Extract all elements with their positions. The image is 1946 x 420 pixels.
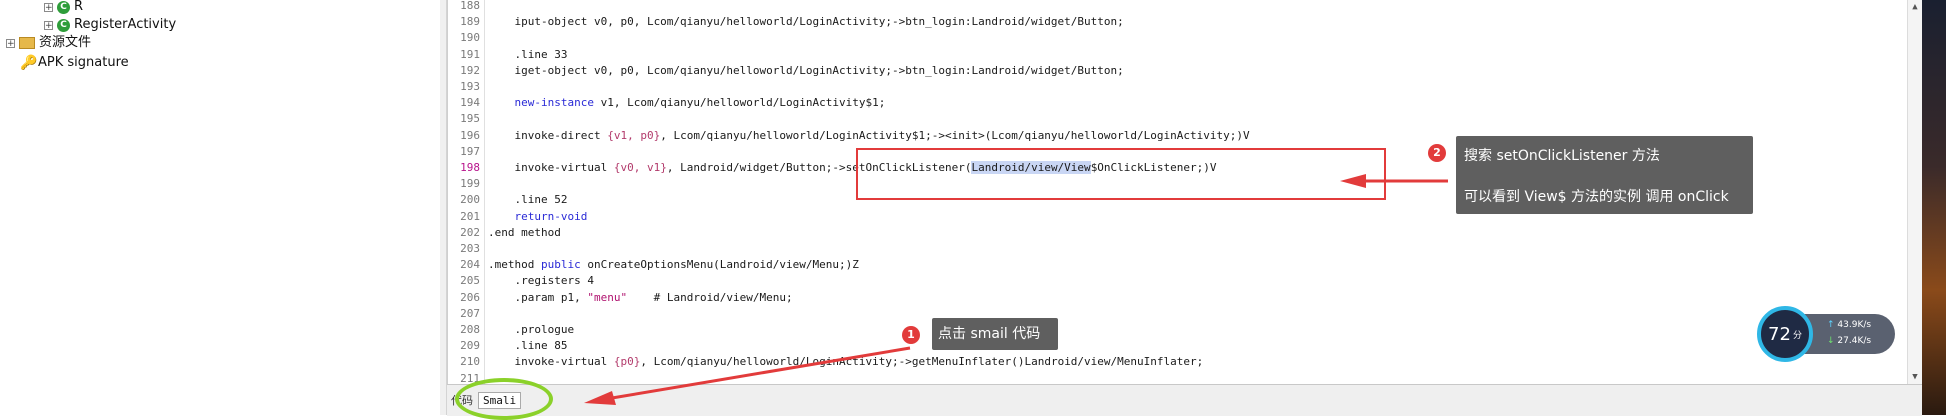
highlight-box: [856, 148, 1386, 200]
line-number: 204: [460, 258, 480, 272]
code-text: .param p1, "menu" # Landroid/view/Menu;: [488, 290, 793, 304]
code-line[interactable]: 209 .line 85: [448, 338, 1908, 354]
scroll-up-icon[interactable]: ▲: [1908, 0, 1922, 14]
download-speed: ↓ 27.4K/s: [1827, 336, 1871, 346]
callout-badge-2: 2: [1428, 144, 1446, 162]
scroll-down-icon[interactable]: ▼: [1908, 370, 1922, 384]
code-token-args: {v0, v1}: [613, 161, 667, 174]
code-line[interactable]: 207: [448, 306, 1908, 322]
score-ring: 72 分: [1757, 306, 1813, 362]
code-text: .registers 4: [488, 274, 594, 288]
callout-1: 点击 smail 代码: [932, 318, 1058, 350]
line-number: 190: [460, 31, 480, 45]
code-line[interactable]: 211: [448, 371, 1908, 384]
splitter[interactable]: [440, 0, 447, 415]
code-text: return-void: [514, 209, 588, 223]
download-speed-value: 27.4K/s: [1837, 336, 1872, 346]
class-icon: C: [57, 0, 70, 14]
callout-2: 搜索 setOnClickListener 方法 可以看到 View$ 方法的实…: [1456, 136, 1753, 214]
line-number: 197: [460, 144, 480, 158]
code-text: invoke-virtual {p0}, Lcom/qianyu/hellowo…: [488, 355, 1204, 369]
line-number: 191: [460, 47, 480, 61]
code-line[interactable]: 190: [448, 30, 1908, 46]
tree-item-label: APK signature: [38, 55, 129, 70]
line-number: 202: [460, 225, 480, 239]
tree-item-r[interactable]: + C R: [44, 0, 83, 16]
vertical-scrollbar[interactable]: ▲ ▼: [1907, 0, 1922, 384]
code-line[interactable]: 189 iput-object v0, p0, Lcom/qianyu/hell…: [448, 14, 1908, 30]
bottom-tab-bar: [447, 384, 1922, 416]
line-number: 203: [460, 242, 480, 255]
score-value: 72: [1768, 323, 1791, 345]
code-text: .method public onCreateOptionsMenu(Landr…: [488, 258, 859, 272]
network-speed-widget[interactable]: 72 分 ↑ 43.9K/s ↓ 27.4K/s: [1757, 306, 1897, 362]
expand-icon[interactable]: +: [44, 2, 53, 12]
line-number: 196: [460, 128, 480, 142]
line-number: 208: [460, 323, 480, 336]
callout-2-title: 搜索 setOnClickListener 方法: [1464, 148, 1660, 164]
tree-item-label: 资源文件: [39, 35, 92, 50]
upload-speed: ↑ 43.9K/s: [1827, 320, 1871, 330]
expand-icon[interactable]: +: [44, 20, 53, 30]
line-number: 209: [460, 339, 480, 353]
code-line[interactable]: 203: [448, 241, 1908, 257]
code-text: .line 52: [488, 193, 568, 207]
line-number: 206: [460, 290, 480, 304]
code-line[interactable]: 210 invoke-virtual {p0}, Lcom/qianyu/hel…: [448, 354, 1908, 370]
code-line[interactable]: 188: [448, 0, 1908, 14]
code-text: iget-object v0, p0, Lcom/qianyu/hellowor…: [488, 63, 1124, 77]
tree-item-label: RegisterActivity: [74, 17, 177, 32]
code-text: new-instance v1, Lcom/qianyu/helloworld/…: [514, 96, 886, 110]
code-text: invoke-direct {v1, p0}, Lcom/qianyu/hell…: [488, 128, 1250, 142]
tree-item-apk-signature[interactable]: 🔑 APK signature: [20, 54, 129, 72]
expand-icon[interactable]: +: [6, 38, 15, 48]
code-line[interactable]: 192 iget-object v0, p0, Lcom/qianyu/hell…: [448, 63, 1908, 79]
code-text: .line 33: [488, 47, 568, 61]
line-number: 193: [460, 80, 480, 93]
upload-arrow-icon: ↑: [1827, 320, 1835, 330]
code-text: .prologue: [488, 323, 575, 336]
smali-tab-highlight-ring: [455, 378, 553, 420]
tree-item-resources[interactable]: + 资源文件: [6, 34, 91, 52]
line-number: 188: [460, 0, 480, 12]
line-number: 201: [460, 209, 480, 223]
code-line[interactable]: 193: [448, 79, 1908, 95]
code-line[interactable]: 191 .line 33: [448, 47, 1908, 63]
code-line[interactable]: 195: [448, 111, 1908, 127]
code-token-prefix: invoke-virtual: [488, 161, 614, 174]
callout-2-body: 可以看到 View$ 方法的实例 调用 onClick: [1464, 189, 1729, 205]
line-number: 199: [460, 177, 480, 191]
project-tree: + C R + C RegisterActivity + 资源文件 🔑 APK …: [0, 0, 441, 415]
code-text: iput-object v0, p0, Lcom/qianyu/hellowor…: [488, 15, 1124, 29]
callout-badge-1: 1: [902, 326, 920, 344]
tree-item-label: R: [74, 0, 84, 14]
line-number: 205: [460, 274, 480, 288]
key-icon: 🔑: [20, 55, 38, 71]
code-line[interactable]: 204 .method public onCreateOptionsMenu(La…: [448, 257, 1908, 273]
code-line[interactable]: 206 .param p1, "menu" # Landroid/view/Me…: [448, 290, 1908, 306]
code-line[interactable]: 202 .end method: [448, 225, 1908, 241]
code-line[interactable]: 208 .prologue: [448, 322, 1908, 338]
desktop-background: [1922, 0, 1946, 415]
line-number: 192: [460, 63, 480, 77]
download-arrow-icon: ↓: [1827, 336, 1835, 346]
tree-item-registeractivity[interactable]: + C RegisterActivity: [44, 16, 176, 34]
code-text: .line 85: [488, 339, 568, 353]
line-number: 207: [460, 306, 480, 320]
code-line[interactable]: 194 new-instance v1, Lcom/qianyu/hellowo…: [448, 95, 1908, 111]
line-number: 195: [460, 112, 480, 126]
class-icon: C: [57, 18, 70, 32]
score-unit: 分: [1792, 330, 1802, 341]
line-number: 198: [460, 161, 480, 174]
code-line[interactable]: 205 .registers 4: [448, 273, 1908, 289]
code-text: .end method: [488, 225, 561, 239]
line-number: 189: [460, 15, 480, 29]
line-number: 210: [460, 355, 480, 369]
line-number: 194: [460, 96, 480, 110]
line-number: 200: [460, 193, 480, 207]
folder-icon: [19, 37, 35, 49]
upload-speed-value: 43.9K/s: [1837, 320, 1872, 330]
